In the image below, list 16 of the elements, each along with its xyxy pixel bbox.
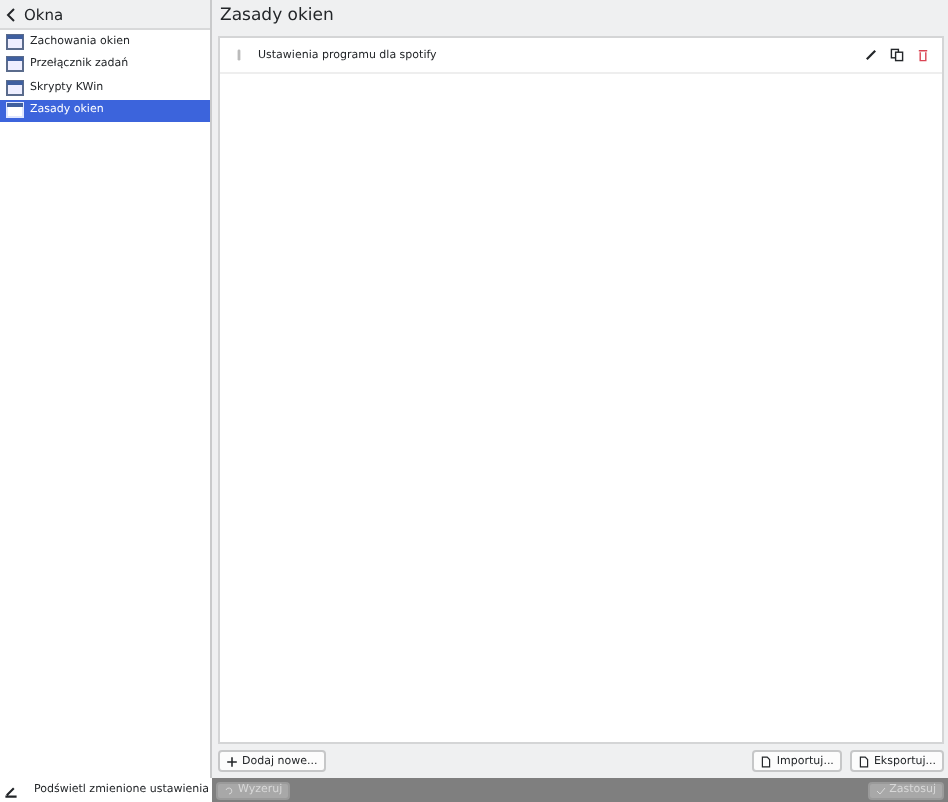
back-icon[interactable] — [6, 7, 16, 21]
document-icon — [857, 755, 870, 767]
delete-icon — [916, 48, 930, 62]
undo-icon — [224, 785, 234, 795]
copy-icon — [890, 48, 904, 62]
plus-icon — [226, 755, 238, 767]
window-icon — [6, 33, 24, 50]
document-icon — [760, 755, 773, 767]
brush-icon — [4, 783, 18, 797]
drag-handle-icon — [232, 48, 246, 62]
window-icon — [6, 56, 24, 73]
page-title: Zasady okien — [218, 4, 336, 30]
window-icon — [6, 102, 24, 119]
window-icon — [6, 79, 24, 96]
check-icon — [875, 785, 886, 795]
edit-icon — [864, 48, 878, 62]
